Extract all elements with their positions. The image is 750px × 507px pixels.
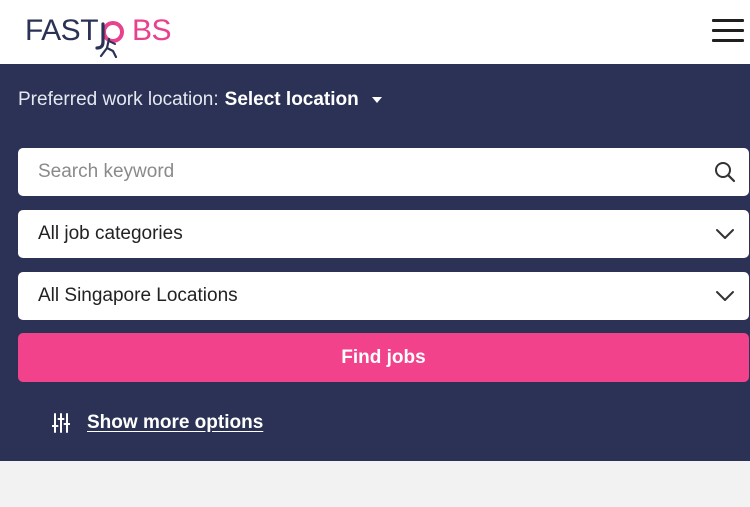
chevron-down-icon [716, 229, 734, 239]
job-category-value: All job categories [38, 223, 183, 244]
show-more-options-link[interactable]: Show more options [52, 410, 263, 436]
location-select[interactable]: All Singapore Locations [18, 272, 749, 320]
fastjobs-logo[interactable]: FAST BS [25, 14, 172, 58]
chevron-down-icon [716, 291, 734, 301]
select-location-label: Select location [224, 89, 359, 110]
search-input[interactable] [18, 148, 708, 196]
show-more-options-label: Show more options [87, 412, 264, 433]
location-value: All Singapore Locations [38, 285, 238, 306]
caret-down-icon [371, 97, 382, 103]
find-jobs-button[interactable]: Find jobs [18, 333, 749, 382]
hamburger-menu-icon[interactable] [712, 18, 746, 44]
top-navigation-bar: FAST BS [0, 0, 750, 64]
keyword-search-field[interactable] [18, 148, 749, 196]
logo-runner-icon [95, 21, 124, 58]
job-search-panel [0, 64, 750, 461]
job-category-select[interactable]: All job categories [18, 210, 749, 258]
preferred-location-row: Preferred work location: Select location [18, 88, 382, 112]
select-location-dropdown[interactable]: Select location [225, 88, 382, 112]
search-icon[interactable] [713, 160, 737, 184]
preferred-location-label: Preferred work location: [18, 89, 219, 110]
filter-sliders-icon [52, 413, 70, 433]
